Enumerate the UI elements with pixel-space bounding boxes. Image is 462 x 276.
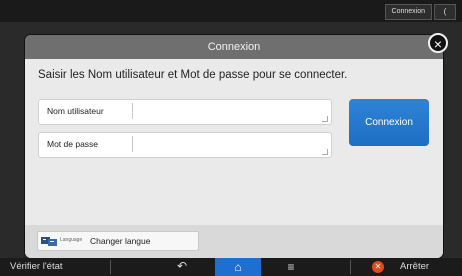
language-icon: [41, 237, 57, 246]
password-input[interactable]: [132, 136, 326, 152]
username-field[interactable]: Nom utilisateur: [38, 99, 332, 125]
top-extra-button[interactable]: (: [434, 4, 456, 20]
password-field[interactable]: Mot de passe: [38, 132, 332, 158]
bottom-bar: Vérifier l'état ↶ ⌂ ≡ ✕ Arrêter: [0, 258, 462, 276]
top-status-bar: Connexion (: [0, 0, 462, 22]
resize-corner-icon: [322, 116, 328, 122]
dialog-title: Connexion: [25, 35, 443, 59]
stop-label: Arrêter: [400, 261, 430, 272]
password-label: Mot de passe: [47, 139, 99, 149]
instruction-text: Saisir les Nom utilisateur et Mot de pas…: [38, 69, 348, 81]
change-language-button[interactable]: Language Changer langue: [37, 231, 199, 251]
language-small-label: Language: [60, 237, 83, 243]
divider: [350, 260, 351, 274]
resize-corner-icon: [322, 149, 328, 155]
printer-screen: Connexion ( Connexion Saisir les Nom uti…: [0, 0, 462, 276]
back-icon[interactable]: ↶: [173, 259, 191, 275]
menu-icon[interactable]: ≡: [280, 258, 302, 276]
username-input[interactable]: [132, 103, 326, 119]
login-dialog: Connexion Saisir les Nom utilisateur et …: [25, 35, 443, 258]
top-login-button[interactable]: Connexion: [384, 4, 432, 20]
username-label: Nom utilisateur: [47, 106, 104, 116]
login-button[interactable]: Connexion: [349, 99, 429, 146]
language-button-label: Changer langue: [90, 236, 151, 246]
language-bar: Language Changer langue: [25, 225, 443, 258]
divider: [110, 260, 111, 274]
stop-icon: ✕: [372, 261, 384, 273]
verify-status-button[interactable]: Vérifier l'état: [10, 261, 63, 272]
close-icon[interactable]: ×: [428, 33, 448, 53]
home-icon[interactable]: ⌂: [215, 258, 261, 276]
